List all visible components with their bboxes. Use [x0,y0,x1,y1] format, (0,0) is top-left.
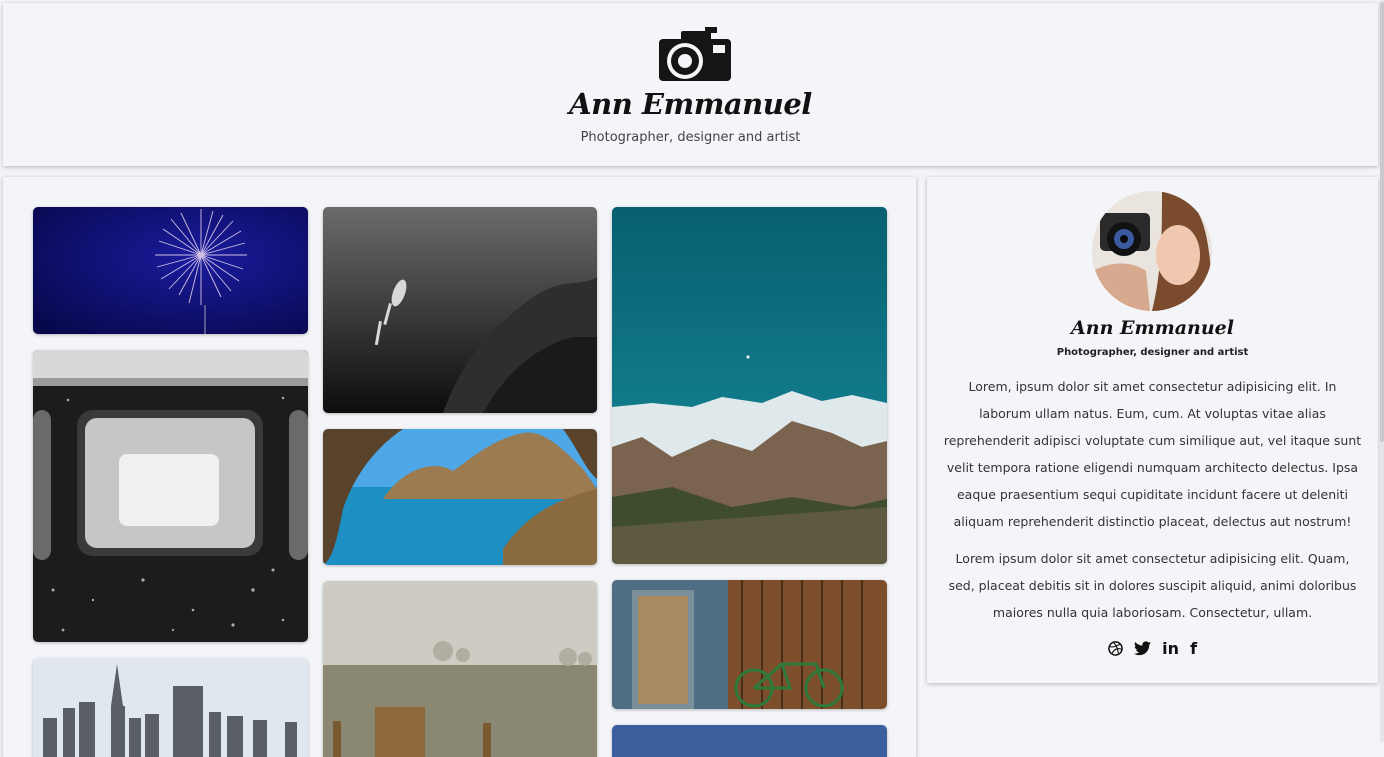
foggy-field-photo[interactable] [323,581,597,757]
profile-bio-paragraph-1: Lorem, ipsum dolor sit amet consectetur … [943,379,1362,529]
train-window-photo[interactable] [33,350,308,642]
linkedin-icon[interactable]: in [1162,639,1179,658]
profile-bio-paragraph-2: Lorem ipsum dolor sit amet consectetur a… [948,551,1357,620]
facebook-icon[interactable]: f [1190,639,1197,658]
profile-avatar [1092,191,1212,311]
city-skyline-photo[interactable] [33,658,308,757]
photo-gallery [3,177,916,757]
twitter-icon[interactable] [1134,639,1152,658]
site-title[interactable]: Ann Emmanuel [3,87,1378,121]
camera-icon [659,27,731,81]
site-subtitle: Photographer, designer and artist [580,130,801,145]
fireworks-photo[interactable] [33,207,308,334]
profile-subtitle: Photographer, designer and artist [1056,347,1249,358]
blue-sky-photo[interactable] [612,725,887,757]
wooden-door-bike-photo[interactable] [612,580,887,709]
site-header: Ann Emmanuel Photographer, designer and … [3,3,1378,166]
profile-name: Ann Emmanuel [1071,317,1234,339]
diver-photo[interactable] [323,207,597,413]
dribbble-icon[interactable] [1108,639,1123,658]
social-links: in f [927,639,1378,658]
profile-card: Ann Emmanuel Photographer, designer and … [927,177,1378,683]
page-scrollbar-thumb[interactable] [1380,2,1384,442]
coast-cliff-photo[interactable] [323,429,597,565]
mountain-lake-photo[interactable] [612,207,887,564]
